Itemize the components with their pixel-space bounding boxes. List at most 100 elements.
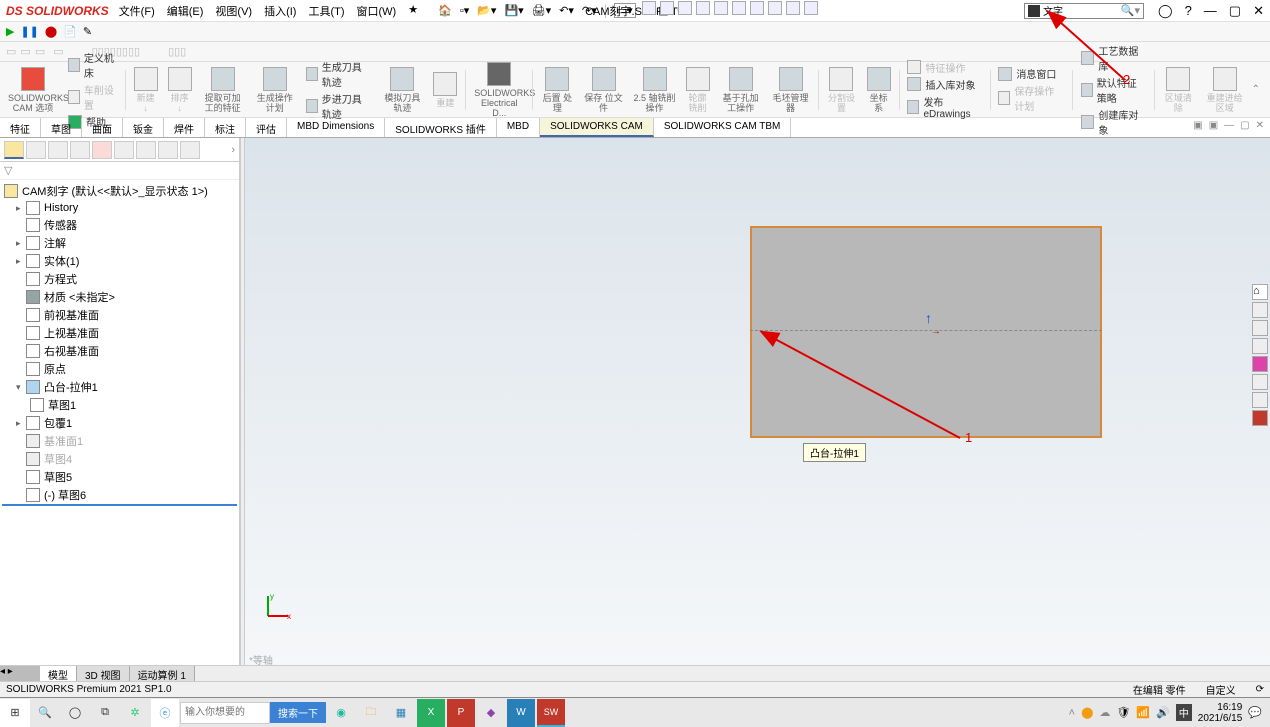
taskpane-appearance-icon[interactable] — [1252, 356, 1268, 372]
search-box[interactable]: 🔍▾ — [1024, 3, 1144, 19]
zoom-fit-icon[interactable] — [642, 1, 656, 15]
taskbar-search-input[interactable] — [180, 702, 270, 724]
tab-features[interactable]: 特征 — [0, 118, 41, 137]
tab-evaluate[interactable]: 评估 — [246, 118, 287, 137]
taskpane-lib-icon[interactable] — [1252, 302, 1268, 318]
tree-front-plane[interactable]: 前视基准面 — [2, 306, 237, 324]
prev-view-icon[interactable] — [678, 1, 692, 15]
btm-tab-3dview[interactable]: 3D 视图 — [77, 666, 130, 681]
tab-mbd[interactable]: MBD — [497, 118, 540, 137]
save-cl-button[interactable]: 保存 位文件 — [580, 67, 628, 113]
hole-op-button[interactable]: 基于孔加工操作 — [716, 67, 766, 113]
electrical-button[interactable]: SOLIDWORKS Electrical D... — [470, 62, 528, 118]
model-face[interactable] — [750, 226, 1102, 438]
minimize-icon[interactable]: — — [1204, 3, 1217, 19]
tree-extrude[interactable]: ▾凸台-拉伸1 — [2, 378, 237, 396]
print-icon[interactable]: 🖨▾ — [532, 4, 552, 17]
taskpane-home-icon[interactable]: ⌂ — [1252, 284, 1268, 300]
viewport-link-icon[interactable]: ▣ — [1209, 120, 1218, 135]
tree-sensors[interactable]: 传感器 — [2, 216, 237, 234]
tree-sketch1[interactable]: 草图1 — [2, 396, 237, 414]
tree-right-plane[interactable]: 右视基准面 — [2, 342, 237, 360]
cortana-icon[interactable]: ◯ — [60, 699, 90, 727]
home-icon[interactable]: 🏠 — [438, 4, 452, 17]
tray-ime-icon[interactable]: 中 — [1176, 704, 1192, 721]
menu-view[interactable]: 视图(V) — [215, 3, 252, 19]
cam-tree-tab[interactable] — [114, 141, 134, 159]
tree-root[interactable]: CAM刻字 (默认<<默认>_显示状态 1>) — [2, 182, 237, 200]
display-style-icon[interactable] — [732, 1, 746, 15]
viewport-close-icon[interactable]: ✕ — [1256, 120, 1264, 135]
tree-sketch5[interactable]: 草图5 — [2, 468, 237, 486]
filter-icon[interactable]: ▽ — [4, 164, 12, 177]
new-macro-icon[interactable]: 📄 — [63, 25, 77, 38]
tab-sheetmetal[interactable]: 钣金 — [123, 118, 164, 137]
tray-onedrive-icon[interactable]: ☁ — [1099, 706, 1110, 719]
tray-defender-icon[interactable]: 🛡 — [1116, 706, 1130, 719]
gen-op-plan-button[interactable]: 生成操作计划 — [250, 67, 300, 113]
ie-icon[interactable]: ⓔ — [151, 699, 179, 727]
tree-material[interactable]: 材质 <未指定> — [2, 288, 237, 306]
sim-toolpath-button[interactable]: 模拟刀具轨迹 — [377, 67, 427, 113]
edit-appearance-icon[interactable] — [768, 1, 782, 15]
stock-mgr-button[interactable]: 毛坯管理器 — [768, 67, 814, 113]
tree-annotations[interactable]: ▸注解 — [2, 234, 237, 252]
taskpane-explorer-icon[interactable] — [1252, 320, 1268, 336]
axis25-button[interactable]: 2.5 轴铣削操作 — [630, 67, 680, 113]
save-icon[interactable]: 💾▾ — [504, 4, 523, 17]
create-lib-button[interactable]: 创建库对象 — [1081, 107, 1147, 137]
notification-icon[interactable]: 💬 — [1248, 706, 1262, 719]
tree-equations[interactable]: 方程式 — [2, 270, 237, 288]
cam-extra-tab[interactable] — [180, 141, 200, 159]
graphics-viewport[interactable]: ↑ → 凸台-拉伸1 1 y x *等轴 — [245, 138, 1270, 665]
tab-mbd-dim[interactable]: MBD Dimensions — [287, 118, 385, 137]
display-mgr-tab[interactable] — [92, 141, 112, 159]
taskbar-search-icon[interactable]: 🔍 — [30, 699, 60, 727]
cam-tool-tab[interactable] — [158, 141, 178, 159]
tray-shield-icon[interactable]: ⬤ — [1081, 706, 1093, 719]
taskpane-props-icon[interactable] — [1252, 374, 1268, 390]
menu-edit[interactable]: 编辑(E) — [167, 3, 204, 19]
calendar-icon[interactable]: ▦ — [387, 699, 415, 727]
edit-macro-icon[interactable]: ✎ — [83, 25, 92, 38]
tree-history[interactable]: ▸History — [2, 200, 237, 216]
new-icon[interactable]: ▫▾ — [460, 4, 469, 17]
tab-sketch[interactable]: 草图 — [41, 118, 82, 137]
maximize-icon[interactable]: ▢ — [1229, 3, 1241, 19]
tree-top-plane[interactable]: 上视基准面 — [2, 324, 237, 342]
tab-sw-cam-tbm[interactable]: SOLIDWORKS CAM TBM — [654, 118, 792, 137]
publish-edraw-button[interactable]: 发布 eDrawings — [907, 94, 981, 120]
define-machine-button[interactable]: 定义机床 — [68, 50, 117, 80]
taskbar-search-btn[interactable]: 搜索一下 — [270, 702, 326, 723]
coord-sys-button[interactable]: 坐标系 — [863, 67, 895, 113]
btm-tab-model[interactable]: 模型 — [40, 666, 77, 681]
view-orient-icon[interactable] — [714, 1, 728, 15]
taskpane-forum-icon[interactable] — [1252, 392, 1268, 408]
taskpane-cam-icon[interactable] — [1252, 410, 1268, 426]
menu-star[interactable]: ★ — [408, 3, 418, 19]
extract-features-button[interactable]: 提取可加工的特征 — [198, 67, 248, 113]
pause-icon[interactable]: ❚❚ — [20, 25, 38, 38]
def-feat-strat-button[interactable]: 默认特征策略 — [1081, 75, 1147, 105]
edge-icon[interactable]: ◉ — [327, 699, 355, 727]
tray-network-icon[interactable]: 📶 — [1136, 706, 1150, 719]
viewport-tile-icon[interactable]: ▣ — [1193, 120, 1202, 135]
close-icon[interactable]: ✕ — [1253, 3, 1264, 19]
taskpane-view-icon[interactable] — [1252, 338, 1268, 354]
help-icon[interactable]: ? — [1185, 3, 1192, 19]
taskbar-clock[interactable]: 16:19 2021/6/15 — [1198, 702, 1243, 724]
config-mgr-tab[interactable] — [48, 141, 68, 159]
property-mgr-tab[interactable] — [26, 141, 46, 159]
taskview-icon[interactable]: ⧉ — [90, 699, 120, 727]
solidworks-task-icon[interactable]: SW — [537, 699, 565, 727]
dimexpert-tab[interactable] — [70, 141, 90, 159]
section-view-icon[interactable] — [696, 1, 710, 15]
360-icon[interactable]: ✲ — [120, 699, 150, 727]
tab-surfaces[interactable]: 曲面 — [82, 118, 123, 137]
undo-icon[interactable]: ↶▾ — [559, 4, 574, 17]
ribbon-collapse-icon[interactable]: ⌃ — [1252, 84, 1266, 95]
search-icon[interactable]: 🔍▾ — [1121, 4, 1140, 17]
feature-tree-tab[interactable] — [4, 141, 24, 159]
gen-toolpath-button[interactable]: 生成刀具轨迹 — [306, 59, 372, 89]
hide-show-icon[interactable] — [750, 1, 764, 15]
